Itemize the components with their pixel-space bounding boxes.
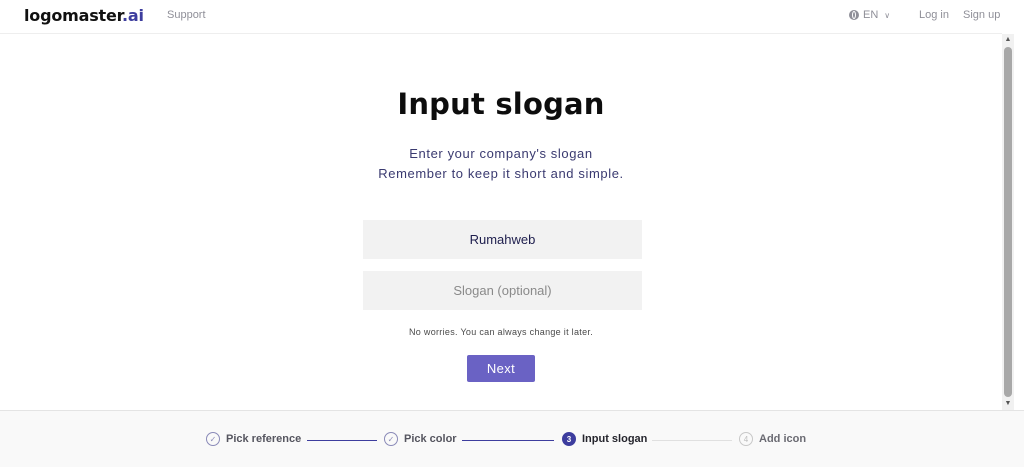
signup-link[interactable]: Sign up bbox=[963, 9, 1000, 21]
logo[interactable]: logomaster.ai bbox=[24, 6, 144, 25]
step-number-marker: 4 bbox=[739, 432, 753, 446]
globe-icon bbox=[849, 10, 859, 20]
scroll-down-arrow-icon[interactable]: ▼ bbox=[1002, 398, 1014, 410]
logo-main: logomaster bbox=[24, 6, 123, 25]
step-pick-reference[interactable]: ✓ Pick reference bbox=[206, 432, 301, 446]
language-selector[interactable]: EN ∨ bbox=[849, 9, 890, 21]
step-label: Input slogan bbox=[582, 433, 648, 445]
step-pick-color[interactable]: ✓ Pick color bbox=[384, 432, 457, 446]
step-label: Pick color bbox=[404, 433, 457, 445]
step-label: Add icon bbox=[759, 433, 807, 445]
subtitle-line-2: Remember to keep it short and simple. bbox=[378, 166, 624, 181]
step-connector bbox=[307, 440, 377, 441]
helper-note: No worries. You can always change it lat… bbox=[409, 327, 593, 337]
chevron-down-icon: ∨ bbox=[884, 10, 891, 20]
step-input-slogan[interactable]: 3 Input slogan bbox=[562, 432, 647, 446]
page-title: Input slogan bbox=[397, 87, 605, 121]
scrollbar-thumb[interactable] bbox=[1004, 47, 1012, 397]
scrollbar[interactable]: ▲ ▼ bbox=[1002, 34, 1014, 410]
login-link[interactable]: Log in bbox=[919, 9, 949, 21]
step-add-icon[interactable]: 4 Add icon bbox=[739, 432, 806, 446]
check-circle-icon: ✓ bbox=[206, 432, 220, 446]
progress-stepper: ✓ Pick reference ✓ Pick color 3 Input sl… bbox=[0, 410, 1024, 467]
company-name-input[interactable] bbox=[363, 220, 642, 259]
step-label: Pick reference bbox=[226, 433, 302, 445]
check-circle-icon: ✓ bbox=[384, 432, 398, 446]
step-connector bbox=[652, 440, 732, 441]
support-link[interactable]: Support bbox=[167, 9, 206, 21]
language-label: EN bbox=[863, 9, 879, 21]
slogan-input[interactable] bbox=[363, 271, 642, 310]
logo-suffix: .ai bbox=[122, 6, 144, 25]
scroll-up-arrow-icon[interactable]: ▲ bbox=[1002, 34, 1014, 46]
step-connector bbox=[462, 440, 554, 441]
subtitle-line-1: Enter your company's slogan bbox=[409, 146, 593, 161]
top-header: logomaster.ai Support EN ∨ Log in Sign u… bbox=[0, 0, 1002, 34]
step-number-marker: 3 bbox=[562, 432, 576, 446]
next-button[interactable]: Next bbox=[467, 355, 535, 382]
